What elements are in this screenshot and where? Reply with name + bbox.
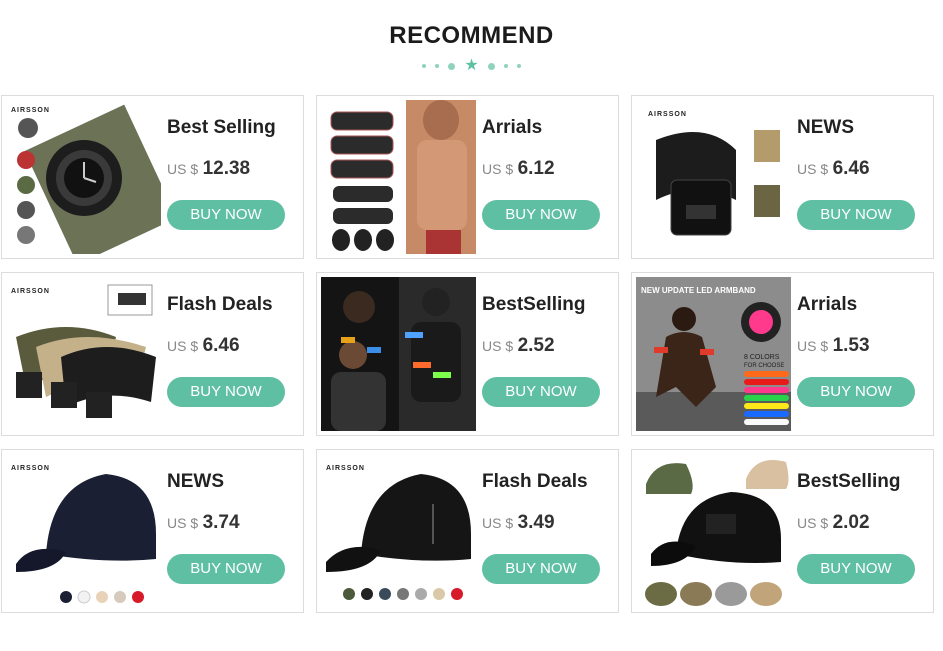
- product-card[interactable]: AIRSSON Flash Deals US $ 3.49 BUY NOW: [316, 449, 619, 613]
- product-price: US $ 12.38: [167, 158, 250, 180]
- product-price: US $ 6.46: [797, 158, 870, 180]
- product-price: US $ 3.49: [482, 512, 555, 534]
- currency: US $: [482, 515, 514, 531]
- buy-now-button[interactable]: BUY NOW: [167, 554, 285, 584]
- price-value: 6.12: [517, 158, 555, 179]
- product-card[interactable]: Arrials US $ 6.12 BUY NOW: [316, 95, 619, 259]
- product-price: US $ 6.12: [482, 158, 555, 180]
- title-divider: ★: [0, 58, 943, 74]
- price-value: 2.02: [832, 512, 870, 533]
- tactical-belt-image[interactable]: AIRSSON: [636, 100, 791, 254]
- price-value: 1.53: [832, 335, 870, 356]
- product-price: US $ 2.02: [797, 512, 870, 534]
- product-price: US $ 1.53: [797, 335, 870, 357]
- product-label: BestSelling: [482, 294, 586, 315]
- product-label: NEWS: [797, 117, 854, 138]
- buy-now-button[interactable]: BUY NOW: [482, 554, 600, 584]
- product-label: Flash Deals: [167, 294, 273, 315]
- price-value: 3.74: [202, 512, 240, 533]
- product-price: US $ 2.52: [482, 335, 555, 357]
- divider-dot: [516, 64, 521, 68]
- product-label: Flash Deals: [482, 471, 588, 492]
- tactical-cap-image[interactable]: [636, 454, 791, 608]
- buy-now-button[interactable]: BUY NOW: [797, 200, 915, 230]
- product-card[interactable]: AIRSSON Flash Deals US $ 6.46 BUY NOW: [1, 272, 304, 436]
- tactical-watch-image[interactable]: AIRSSON: [6, 100, 161, 254]
- divider-dot: [487, 62, 495, 70]
- colors-badge: 8 COLORS: [744, 354, 780, 361]
- product-label: NEWS: [167, 471, 224, 492]
- buy-now-button[interactable]: BUY NOW: [482, 200, 600, 230]
- product-card[interactable]: AIRSSON NEWS US $ 3.74 BUY NOW: [1, 449, 304, 613]
- currency: US $: [167, 338, 199, 354]
- price-value: 2.52: [517, 335, 555, 356]
- product-label: Best Selling: [167, 117, 276, 138]
- section-title: RECOMMEND: [389, 22, 554, 49]
- belts-image[interactable]: AIRSSON: [6, 277, 161, 431]
- colors-badge-sub: FOR CHOOSE: [744, 363, 784, 369]
- product-card[interactable]: AIRSSON NEWS US $ 6.46 BUY NOW: [631, 95, 934, 259]
- ab-muscle-stimulator-image[interactable]: [321, 100, 476, 254]
- price-value: 12.38: [202, 158, 251, 179]
- divider-dot: [422, 64, 427, 68]
- product-card[interactable]: BestSelling US $ 2.52 BUY NOW: [316, 272, 619, 436]
- currency: US $: [797, 161, 829, 177]
- led-armband-people-image[interactable]: [321, 277, 476, 431]
- product-card[interactable]: AIRSSON Best Selling US $ 12.38 BUY NOW: [1, 95, 304, 259]
- currency: US $: [482, 161, 514, 177]
- star-icon: ★: [464, 57, 479, 74]
- product-label: BestSelling: [797, 471, 901, 492]
- led-armband-runner-image[interactable]: NEW UPDATE LED ARMBAND 8 COLORS FOR CHOO…: [636, 277, 791, 431]
- currency: US $: [167, 515, 199, 531]
- buy-now-button[interactable]: BUY NOW: [797, 554, 915, 584]
- currency: US $: [482, 338, 514, 354]
- price-value: 6.46: [832, 158, 870, 179]
- divider-dot: [435, 64, 440, 68]
- currency: US $: [797, 338, 829, 354]
- currency: US $: [167, 161, 199, 177]
- product-label: Arrials: [482, 117, 543, 138]
- brand-logo: AIRSSON: [11, 288, 50, 295]
- divider-dot: [503, 64, 508, 68]
- buy-now-button[interactable]: BUY NOW: [482, 377, 600, 407]
- buy-now-button[interactable]: BUY NOW: [797, 377, 915, 407]
- product-price: US $ 6.46: [167, 335, 240, 357]
- product-card[interactable]: BestSelling US $ 2.02 BUY NOW: [631, 449, 934, 613]
- brand-logo: AIRSSON: [326, 465, 365, 472]
- mesh-cap-image[interactable]: AIRSSON: [321, 454, 476, 608]
- banner-text: NEW UPDATE LED ARMBAND: [641, 286, 756, 295]
- currency: US $: [797, 515, 829, 531]
- buy-now-button[interactable]: BUY NOW: [167, 200, 285, 230]
- black-baseball-cap-image[interactable]: AIRSSON: [6, 454, 161, 608]
- divider-dot: [448, 62, 456, 70]
- product-card[interactable]: NEW UPDATE LED ARMBAND 8 COLORS FOR CHOO…: [631, 272, 934, 436]
- product-price: US $ 3.74: [167, 512, 240, 534]
- brand-logo: AIRSSON: [11, 107, 50, 114]
- brand-logo: AIRSSON: [648, 111, 687, 118]
- price-value: 6.46: [202, 335, 240, 356]
- buy-now-button[interactable]: BUY NOW: [167, 377, 285, 407]
- brand-logo: AIRSSON: [11, 465, 50, 472]
- product-label: Arrials: [797, 294, 858, 315]
- price-value: 3.49: [517, 512, 555, 533]
